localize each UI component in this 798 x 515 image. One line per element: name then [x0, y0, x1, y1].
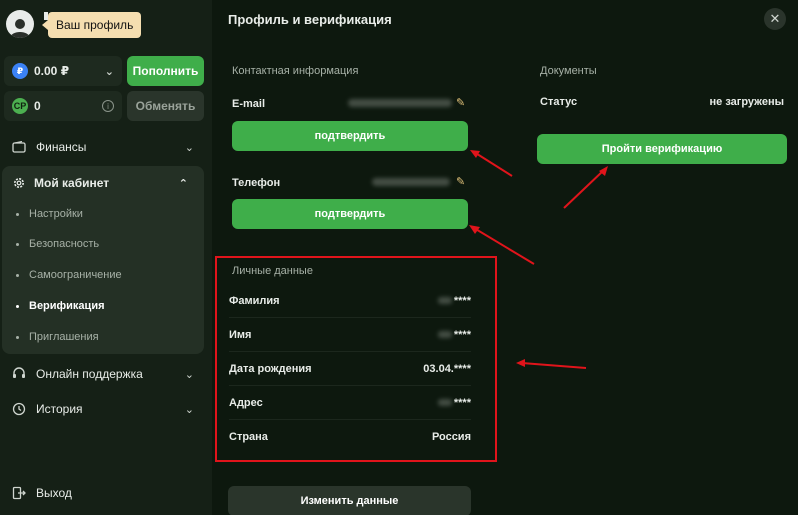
phone-value-blurred — [372, 178, 450, 186]
cp-coin-icon: CP — [12, 98, 28, 114]
chevron-down-icon: ⌄ — [184, 403, 194, 416]
sidebar-item-label: Мой кабинет — [34, 176, 110, 190]
row-label: Дата рождения — [229, 362, 312, 375]
documents-section-title: Документы — [540, 65, 597, 77]
cp-balance: CP 0 i — [4, 91, 122, 121]
contacts-section-title: Контактная информация — [232, 65, 359, 77]
info-icon[interactable]: i — [102, 100, 114, 112]
sidebar-item-finance[interactable]: Финансы ⌄ — [0, 132, 212, 162]
history-icon — [12, 402, 26, 416]
row-label: Адрес — [229, 396, 263, 409]
gear-icon — [12, 176, 26, 190]
personal-data-highlight: Личные данные Фамилия **** Имя **** Дата… — [215, 256, 497, 462]
sidebar-item-label: История — [36, 402, 83, 416]
avatar-icon[interactable] — [6, 10, 34, 38]
row-value-wrap: Россия — [432, 431, 471, 443]
sidebar-item-cabinet[interactable]: Мой кабинет ⌃ — [2, 168, 204, 198]
blurred-part — [437, 399, 452, 406]
row-value-wrap: **** — [437, 294, 471, 307]
logout-icon — [12, 486, 26, 500]
arrow-to-email-confirm — [470, 150, 513, 177]
sidebar-subitem-self-limit[interactable]: Самоограничение — [16, 269, 122, 281]
email-label: E-mail — [232, 98, 266, 110]
sidebar-subitem-settings[interactable]: Настройки — [16, 208, 83, 220]
profile-tooltip: Ваш профиль — [41, 12, 142, 38]
document-status-value: не загружены — [709, 96, 784, 108]
sidebar: Ваш профиль ₽ 0.00 ₽ ⌄ Пополнить CP 0 i … — [0, 0, 212, 515]
chevron-up-icon: ⌃ — [178, 177, 188, 190]
personal-row-surname: Фамилия **** — [229, 284, 471, 318]
chevron-down-icon: ⌄ — [184, 141, 194, 154]
personal-row-name: Имя **** — [229, 318, 471, 352]
personal-row-country: Страна Россия — [229, 420, 471, 454]
confirm-phone-button[interactable]: подтвердить — [232, 199, 468, 229]
phone-label: Телефон — [232, 177, 281, 189]
row-value: **** — [453, 328, 471, 341]
balance-selector[interactable]: ₽ 0.00 ₽ ⌄ — [4, 56, 122, 86]
personal-row-birthdate: Дата рождения 03.04.**** — [229, 352, 471, 386]
sidebar-item-label: Онлайн поддержка — [36, 367, 143, 381]
topup-button[interactable]: Пополнить — [127, 56, 204, 86]
row-value: Россия — [431, 431, 471, 443]
row-value: **** — [453, 396, 471, 409]
blurred-part — [437, 297, 452, 304]
arrow-to-personal-data — [516, 359, 587, 369]
modal-title: Профиль и верификация — [228, 12, 392, 27]
exchange-button[interactable]: Обменять — [127, 91, 204, 121]
change-data-button[interactable]: Изменить данные — [228, 486, 471, 515]
document-status-label: Статус — [540, 96, 578, 108]
row-value: 03.04.**** — [423, 362, 471, 375]
logout-button[interactable]: Выход — [0, 478, 212, 508]
sidebar-subitem-security[interactable]: Безопасность — [16, 238, 99, 250]
personal-section-title: Личные данные — [232, 265, 313, 277]
personal-row-address: Адрес **** — [229, 386, 471, 420]
row-label: Страна — [229, 431, 268, 443]
row-value-wrap: 03.04.**** — [423, 363, 471, 375]
chevron-down-icon: ⌄ — [104, 65, 114, 78]
logout-label: Выход — [36, 486, 72, 500]
start-verification-button[interactable]: Пройти верификацию — [537, 134, 787, 164]
sidebar-subitem-invites[interactable]: Приглашения — [16, 331, 99, 343]
arrow-to-verify-button — [563, 166, 608, 209]
pencil-icon[interactable]: ✎ — [456, 175, 465, 188]
cabinet-group: Мой кабинет ⌃ Настройки Безопасность Сам… — [2, 166, 204, 354]
confirm-email-button[interactable]: подтвердить — [232, 121, 468, 151]
sidebar-item-support[interactable]: Онлайн поддержка ⌄ — [0, 359, 212, 389]
sidebar-item-label: Финансы — [36, 140, 87, 154]
chevron-down-icon: ⌄ — [184, 368, 194, 381]
row-label: Фамилия — [229, 294, 280, 307]
balance-value: 0.00 ₽ — [34, 64, 70, 78]
ruble-coin-icon: ₽ — [12, 63, 28, 79]
profile-verification-modal: Профиль и верификация ✕ Контактная инфор… — [212, 0, 798, 515]
sidebar-item-history[interactable]: История ⌄ — [0, 394, 212, 424]
wallet-icon — [12, 140, 26, 154]
sidebar-subitem-verification[interactable]: Верификация — [16, 300, 105, 312]
headset-icon — [12, 367, 26, 381]
cp-balance-value: 0 — [34, 99, 41, 113]
row-value: **** — [453, 294, 471, 307]
blurred-part — [437, 331, 452, 338]
email-value-blurred — [348, 99, 452, 107]
pencil-icon[interactable]: ✎ — [456, 96, 465, 109]
row-value-wrap: **** — [437, 328, 471, 341]
row-label: Имя — [229, 328, 252, 341]
close-icon[interactable]: ✕ — [764, 8, 786, 30]
row-value-wrap: **** — [437, 396, 471, 409]
